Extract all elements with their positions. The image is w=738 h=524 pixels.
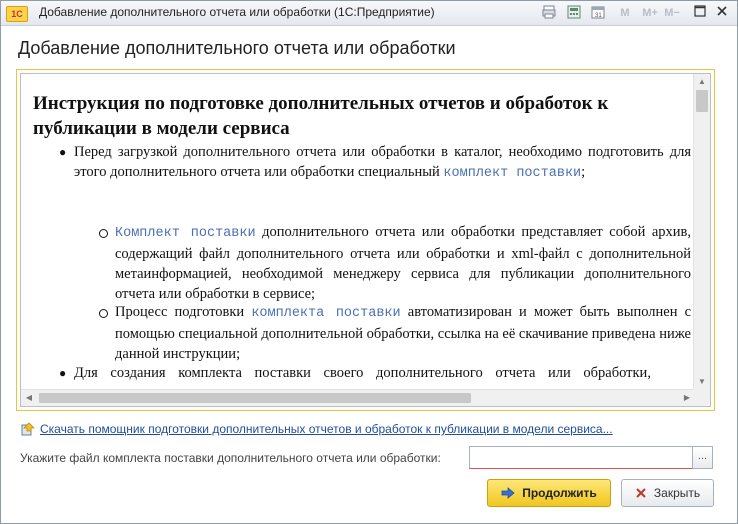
document-heading: Инструкция по подготовке дополнительных … <box>33 93 609 139</box>
bullet-dot-2: ● <box>59 366 67 380</box>
horizontal-scrollbar[interactable]: ◀ ▶ <box>21 389 695 406</box>
continue-button[interactable]: Продолжить <box>487 479 611 507</box>
maximize-button[interactable] <box>693 5 707 21</box>
bullet-1-tail: ; <box>581 164 586 180</box>
vertical-scrollbar[interactable]: ▲ ▼ <box>693 74 710 390</box>
bullet-1-text: Перед загрузкой дополнительного отчета и… <box>74 144 691 180</box>
bullet-2-paragraph: Для создания комплекта поставки своего д… <box>74 365 651 381</box>
close-button[interactable]: Закрыть <box>621 479 714 507</box>
continue-label: Продолжить <box>522 486 597 500</box>
delivery-kit-link-2[interactable]: Комплект поставки <box>115 226 256 241</box>
title-bar: 1С Добавление дополнительного отчета или… <box>1 1 737 26</box>
bullet-dot: ● <box>59 145 67 159</box>
svg-text:31: 31 <box>595 13 602 19</box>
download-helper-link[interactable]: Скачать помощник подготовки дополнительн… <box>40 422 613 436</box>
memory-plus-button[interactable]: M+ <box>640 5 660 21</box>
app-logo-icon[interactable]: 1С <box>6 6 28 22</box>
delivery-kit-file-input[interactable] <box>469 446 693 469</box>
close-window-button[interactable] <box>715 5 729 21</box>
print-icon[interactable] <box>541 5 557 21</box>
file-field-label: Укажите файл комплекта поставки дополнит… <box>20 451 441 465</box>
delivery-kit-link[interactable]: комплект поставки <box>443 166 581 181</box>
vertical-scroll-thumb[interactable] <box>696 90 708 112</box>
scroll-up-icon[interactable]: ▲ <box>694 74 710 90</box>
sub-bullet-2-paragraph: Процесс подготовки комплекта поставки ав… <box>115 302 691 364</box>
close-label: Закрыть <box>653 486 701 500</box>
instruction-document[interactable]: Инструкция по подготовке дополнительных … <box>20 73 711 407</box>
document-content: Инструкция по подготовке дополнительных … <box>21 74 695 390</box>
memory-m-button[interactable]: M <box>618 5 632 21</box>
scrollbar-corner <box>693 389 710 406</box>
scroll-left-icon[interactable]: ◀ <box>21 390 37 406</box>
arrow-right-icon <box>501 487 515 499</box>
form-title: Добавление дополнительного отчета или об… <box>18 38 456 58</box>
calculator-icon[interactable] <box>566 5 582 21</box>
delivery-kit-link-3[interactable]: комплекта поставки <box>251 306 400 321</box>
scroll-down-icon[interactable]: ▼ <box>694 374 710 390</box>
bullet-1-paragraph: Перед загрузкой дополнительного отчета и… <box>74 142 691 184</box>
horizontal-scroll-thumb[interactable] <box>39 393 471 403</box>
window-title: Добавление дополнительного отчета или об… <box>39 5 435 19</box>
sub-bullet-1-paragraph: Комплект поставки дополнительного отчета… <box>115 222 691 304</box>
download-helper-icon <box>20 422 35 437</box>
close-icon <box>635 487 647 499</box>
sub-bullet-circle-2 <box>99 309 108 318</box>
calendar-icon[interactable]: 31 <box>590 5 606 21</box>
memory-minus-button[interactable]: M− <box>663 5 681 21</box>
dialog-window: 1С Добавление дополнительного отчета или… <box>0 0 738 524</box>
sub-bullet-circle <box>99 229 108 238</box>
instruction-document-frame: Инструкция по подготовке дополнительных … <box>16 69 715 411</box>
sub-bullet-2-text-a: Процесс подготовки <box>115 304 252 320</box>
select-file-button[interactable]: ... <box>692 446 713 469</box>
